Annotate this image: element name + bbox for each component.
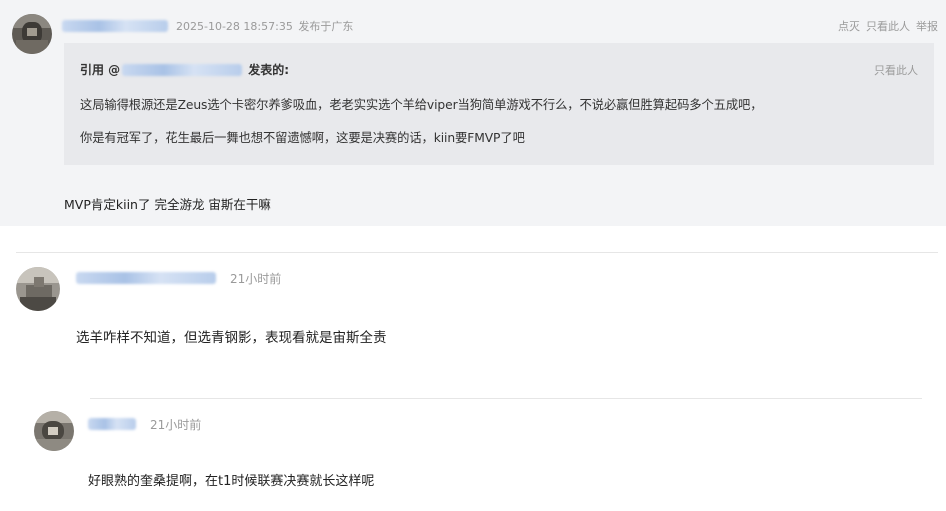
quote-prefix: 引用 @ bbox=[80, 63, 121, 77]
divider bbox=[90, 398, 922, 399]
avatar[interactable] bbox=[12, 14, 52, 54]
reply-text: 好眼熟的奎桑提啊，在t1时候联赛决赛就长这样呢 bbox=[88, 474, 375, 489]
quoted-username-blurred[interactable] bbox=[122, 64, 243, 76]
avatar[interactable] bbox=[16, 267, 60, 311]
reply-time: 21小时前 bbox=[150, 418, 202, 432]
quote-header: 引用 @ 发表的: bbox=[80, 61, 289, 78]
username-blurred[interactable] bbox=[76, 272, 216, 284]
post-location: 发布于广东 bbox=[298, 20, 354, 33]
avatar[interactable] bbox=[34, 411, 74, 451]
reply-time: 21小时前 bbox=[230, 272, 282, 286]
post-timestamp: 2025-10-28 18:57:35 bbox=[176, 20, 293, 33]
post-actions: 点灭 只看此人 举报 bbox=[832, 18, 938, 34]
report-button[interactable]: 举报 bbox=[916, 20, 938, 33]
quote-text-line: 这局输得根源还是Zeus选个卡密尔养爹吸血，老老实实选个羊给viper当狗简单游… bbox=[80, 98, 763, 112]
divider bbox=[16, 252, 938, 253]
quoted-post: 2025-10-28 18:57:35 发布于广东 点灭 只看此人 举报 引用 @ 发… bbox=[0, 0, 946, 226]
post-text: MVP肯定kiin了 完全游龙 宙斯在干嘛 bbox=[64, 197, 271, 212]
username-blurred[interactable] bbox=[62, 20, 168, 32]
dislike-button[interactable]: 点灭 bbox=[838, 20, 860, 33]
quote-only-this-person[interactable]: 只看此人 bbox=[874, 62, 918, 78]
reply-text: 选羊咋样不知道，但选青钢影，表现看就是宙斯全责 bbox=[76, 330, 387, 346]
quote-suffix: 发表的: bbox=[248, 63, 289, 77]
quote-text-line: 你是有冠军了，花生最后一舞也想不留遗憾啊，这要是决赛的话，kiin要FMVP了吧 bbox=[80, 131, 525, 145]
post-meta: 2025-10-28 18:57:35 发布于广东 bbox=[176, 18, 353, 34]
username-blurred[interactable] bbox=[88, 418, 136, 430]
quote-block: 引用 @ 发表的: 只看此人 这局输得根源还是Zeus选个卡密尔养爹吸血，老老实实… bbox=[64, 43, 934, 165]
only-this-person-button[interactable]: 只看此人 bbox=[866, 20, 910, 33]
